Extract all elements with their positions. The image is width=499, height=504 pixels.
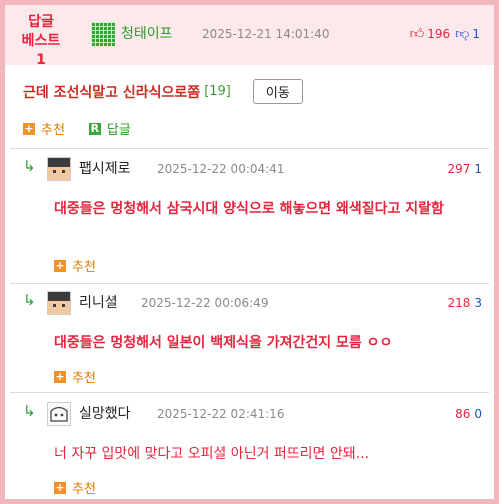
post-card: 답글 베스트1 청태이프 2025-12-21 14:01:40 👍︎ 196 … <box>0 0 499 504</box>
comment-text: 대중들은 멍청해서 삼국시대 양식으로 해놓으면 왜색짙다고 지랄함 <box>54 201 444 217</box>
comment-upvote-count: 86 <box>455 407 471 421</box>
reply-button[interactable]: R 답글 <box>88 119 131 138</box>
reply-arrow-icon: ↳ <box>23 157 36 175</box>
comment-date: 2025-12-22 02:41:16 <box>157 407 285 421</box>
post-actions: + 추천 R 답글 <box>23 119 131 138</box>
comment-author[interactable]: 리니셜 <box>79 291 118 315</box>
thumbs-down-icon[interactable]: 👎︎ <box>455 22 469 46</box>
post-votes: 👍︎ 196 👎︎ 1 <box>410 22 480 46</box>
comment-votes: 297 1 <box>447 157 482 181</box>
move-button[interactable]: 이동 <box>252 79 303 104</box>
comment-downvote-count: 3 <box>474 296 482 310</box>
comment-upvote-count: 218 <box>447 296 471 310</box>
recommend-label: 추천 <box>72 482 96 497</box>
divider <box>10 392 489 393</box>
comment-recommend[interactable]: + 추천 <box>54 367 96 386</box>
badge-line-2: 베스트1 <box>21 33 61 68</box>
comment-date: 2025-12-22 00:04:41 <box>157 162 285 176</box>
comment-recommend[interactable]: + 추천 <box>54 478 96 497</box>
comment-date: 2025-12-22 00:06:49 <box>141 296 269 310</box>
post-title[interactable]: 근데 조선식말고 신라식으로쫌 <box>23 82 200 102</box>
comment-author[interactable]: 팹시제로 <box>79 157 131 181</box>
post-author[interactable]: 청태이프 <box>121 22 173 46</box>
sketch-face-icon <box>50 406 68 422</box>
comment-downvote-count: 0 <box>474 407 482 421</box>
comment-text: 대중들은 멍청해서 일본이 백제식을 가져간건지 모름 ㅇㅇ <box>54 335 393 351</box>
badge-line-1: 답글 <box>28 14 54 30</box>
recommend-label: 추천 <box>72 260 96 275</box>
divider <box>10 283 489 284</box>
post-title-row: 근데 조선식말고 신라식으로쫌 [19] 이동 <box>23 79 303 104</box>
comment-text: 너 자꾸 입맛에 맞다고 오피셜 아닌거 퍼뜨리면 안돼... <box>54 446 369 462</box>
plus-icon: + <box>54 258 66 272</box>
avatar <box>47 402 71 426</box>
comment-downvote-count: 1 <box>474 162 482 176</box>
comment-votes: 218 3 <box>447 291 482 315</box>
plus-icon: + <box>54 369 66 383</box>
avatar <box>47 157 71 181</box>
comment-count: [19] <box>204 84 231 99</box>
thumbs-up-icon[interactable]: 👍︎ <box>410 22 425 46</box>
best-reply-badge: 답글 베스트1 <box>17 13 65 70</box>
comment-recommend[interactable]: + 추천 <box>54 256 96 275</box>
recommend-button[interactable]: 추천 <box>41 119 65 138</box>
reply-label: 답글 <box>106 123 131 138</box>
plus-icon: + <box>54 480 66 494</box>
comment-author[interactable]: 실망했다 <box>79 402 131 426</box>
comment-votes: 86 0 <box>455 402 482 426</box>
post-upvote-count: 196 <box>427 27 451 41</box>
post-date: 2025-12-21 14:01:40 <box>202 27 330 41</box>
reply-badge-icon: R <box>88 121 101 135</box>
post-header: 답글 베스트1 청태이프 2025-12-21 14:01:40 👍︎ 196 … <box>5 5 494 68</box>
reply-arrow-icon: ↳ <box>23 291 36 309</box>
reply-arrow-icon: ↳ <box>23 402 36 420</box>
author-level-icon <box>91 22 115 46</box>
post-downvote-count: 1 <box>472 27 480 41</box>
avatar <box>47 291 71 315</box>
divider <box>10 148 489 149</box>
plus-icon: + <box>23 121 35 135</box>
comment-upvote-count: 297 <box>447 162 471 176</box>
recommend-label: 추천 <box>72 371 96 386</box>
